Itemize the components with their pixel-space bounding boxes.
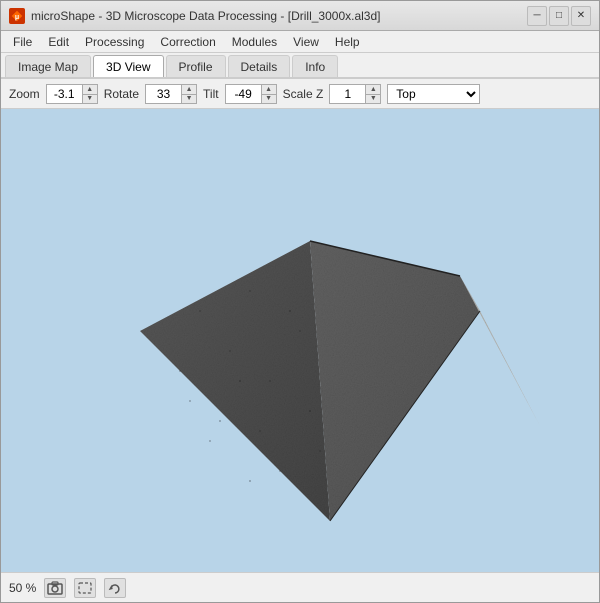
scalez-spinners: ▲ ▼ bbox=[365, 85, 380, 103]
menu-file[interactable]: File bbox=[5, 31, 40, 52]
zoom-spinners: ▲ ▼ bbox=[82, 85, 97, 103]
rotate-up-button[interactable]: ▲ bbox=[182, 85, 196, 94]
title-bar: μ microShape - 3D Microscope Data Proces… bbox=[1, 1, 599, 31]
scalez-input[interactable] bbox=[330, 85, 365, 103]
controls-bar: Zoom ▲ ▼ Rotate ▲ ▼ Tilt ▲ ▼ Scale Z bbox=[1, 79, 599, 109]
close-button[interactable]: ✕ bbox=[571, 6, 591, 26]
status-bar: 50 % bbox=[1, 572, 599, 602]
menu-correction[interactable]: Correction bbox=[152, 31, 223, 52]
minimize-button[interactable]: ─ bbox=[527, 6, 547, 26]
maximize-button[interactable]: □ bbox=[549, 6, 569, 26]
rotate-input-group: ▲ ▼ bbox=[145, 84, 197, 104]
tilt-spinners: ▲ ▼ bbox=[261, 85, 276, 103]
rotate-label: Rotate bbox=[104, 87, 139, 101]
rotation-icon[interactable] bbox=[104, 578, 126, 598]
menu-modules[interactable]: Modules bbox=[224, 31, 285, 52]
scalez-down-button[interactable]: ▼ bbox=[366, 94, 380, 103]
tilt-down-button[interactable]: ▼ bbox=[262, 94, 276, 103]
camera-icon[interactable] bbox=[44, 578, 66, 598]
face-top-connect-overlay bbox=[310, 241, 480, 521]
zoom-up-button[interactable]: ▲ bbox=[83, 85, 97, 94]
tilt-input[interactable] bbox=[226, 85, 261, 103]
menu-processing[interactable]: Processing bbox=[77, 31, 152, 52]
menu-edit[interactable]: Edit bbox=[40, 31, 77, 52]
rotate-down-button[interactable]: ▼ bbox=[182, 94, 196, 103]
app-icon: μ bbox=[9, 8, 25, 24]
3d-shape-svg bbox=[50, 131, 550, 551]
zoom-percentage: 50 % bbox=[9, 581, 36, 595]
3d-viewport[interactable] bbox=[1, 109, 599, 572]
svg-text:μ: μ bbox=[15, 14, 19, 21]
tab-profile[interactable]: Profile bbox=[166, 55, 226, 77]
menu-bar: File Edit Processing Correction Modules … bbox=[1, 31, 599, 53]
select-area-icon[interactable] bbox=[74, 578, 96, 598]
rotate-input[interactable] bbox=[146, 85, 181, 103]
zoom-label: Zoom bbox=[9, 87, 40, 101]
main-window: μ microShape - 3D Microscope Data Proces… bbox=[0, 0, 600, 603]
face-left-overlay bbox=[140, 241, 330, 521]
canvas-area bbox=[1, 109, 599, 572]
tilt-input-group: ▲ ▼ bbox=[225, 84, 277, 104]
zoom-down-button[interactable]: ▼ bbox=[83, 94, 97, 103]
tilt-up-button[interactable]: ▲ bbox=[262, 85, 276, 94]
view-dropdown[interactable]: Top Front Side Perspective bbox=[387, 84, 480, 104]
rotate-spinners: ▲ ▼ bbox=[181, 85, 196, 103]
scalez-input-group: ▲ ▼ bbox=[329, 84, 381, 104]
scalez-up-button[interactable]: ▲ bbox=[366, 85, 380, 94]
tab-info[interactable]: Info bbox=[292, 55, 338, 77]
scalez-label: Scale Z bbox=[283, 87, 324, 101]
zoom-input[interactable] bbox=[47, 85, 82, 103]
tilt-label: Tilt bbox=[203, 87, 219, 101]
title-bar-controls: ─ □ ✕ bbox=[527, 6, 591, 26]
tab-3d-view[interactable]: 3D View bbox=[93, 55, 163, 77]
tabs-bar: Image Map 3D View Profile Details Info bbox=[1, 53, 599, 79]
zoom-input-group: ▲ ▼ bbox=[46, 84, 98, 104]
window-title: microShape - 3D Microscope Data Processi… bbox=[31, 9, 380, 23]
menu-help[interactable]: Help bbox=[327, 31, 368, 52]
menu-view[interactable]: View bbox=[285, 31, 327, 52]
tab-image-map[interactable]: Image Map bbox=[5, 55, 91, 77]
face-right-overlay bbox=[460, 276, 540, 426]
title-bar-left: μ microShape - 3D Microscope Data Proces… bbox=[9, 8, 380, 24]
tab-details[interactable]: Details bbox=[228, 55, 291, 77]
